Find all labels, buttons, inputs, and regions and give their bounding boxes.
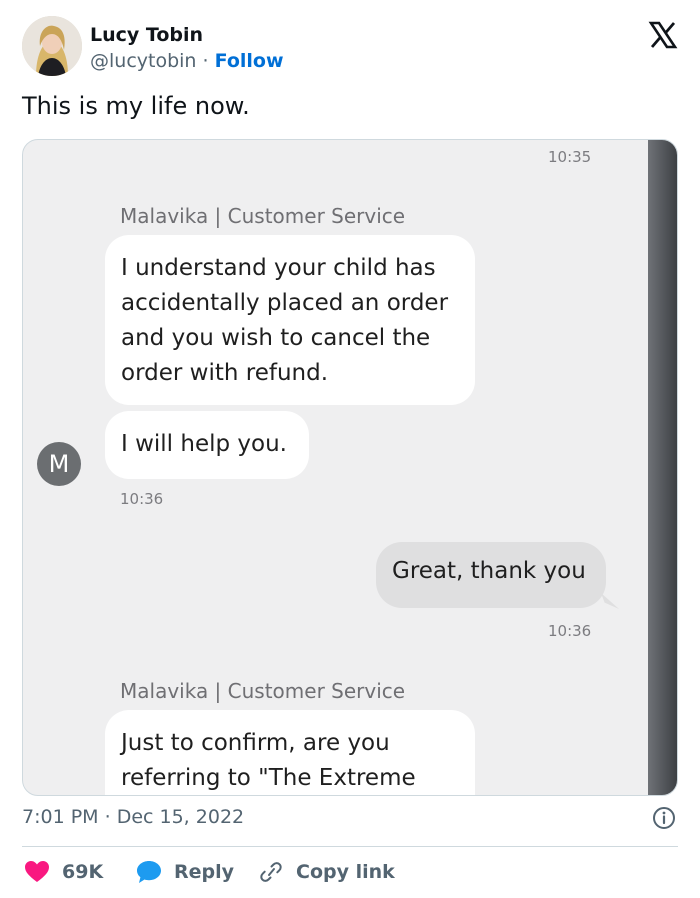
message-line: and you wish to cancel the [121, 325, 431, 351]
message-line: accidentally placed an order [121, 290, 449, 316]
outgoing-message-bubble: Great, thank you [376, 542, 606, 608]
reply-label: Reply [174, 861, 235, 883]
message-line: I understand your child has [121, 255, 436, 281]
heart-icon [25, 861, 49, 882]
divider [22, 846, 678, 847]
message-line: order with refund. [121, 360, 329, 386]
reply-button[interactable]: Reply [136, 856, 234, 888]
tweet-media-image[interactable]: 10:35 Malavika | Customer Service I unde… [22, 139, 678, 796]
reply-bubble-icon [137, 861, 161, 883]
message-timestamp: 10:36 [548, 622, 592, 640]
like-count: 69K [62, 861, 104, 883]
message-line: Just to confirm, are you [121, 730, 390, 756]
message-line: referring to "The Extreme [121, 765, 416, 791]
message-timestamp: 10:36 [120, 490, 164, 508]
scrollbar [648, 140, 677, 795]
bubble-tail [601, 593, 619, 609]
incoming-message-bubble: I understand your child has accidentally… [105, 235, 475, 405]
sender-label: Malavika | Customer Service [120, 679, 406, 703]
x-logo-icon[interactable] [648, 20, 678, 50]
message-timestamp: 10:35 [548, 148, 592, 166]
incoming-message-bubble: I will help you. [105, 411, 309, 479]
author-handle-line: @lucytobin · Follow [90, 50, 284, 72]
copy-link-label: Copy link [296, 861, 395, 883]
follow-button[interactable]: Follow [215, 50, 284, 72]
author-name[interactable]: Lucy Tobin [90, 24, 203, 46]
sender-label: Malavika | Customer Service [120, 204, 406, 228]
tweet-time: 7:01 PM [22, 806, 99, 828]
info-icon[interactable] [652, 806, 676, 830]
author-handle[interactable]: @lucytobin [90, 50, 196, 72]
link-icon [260, 862, 282, 882]
message-line: I will help you. [121, 431, 287, 457]
tweet-header: Lucy Tobin @lucytobin · Follow [22, 16, 682, 78]
tweet-timestamp[interactable]: 7:01 PM · Dec 15, 2022 [22, 806, 244, 828]
incoming-message-bubble: Just to confirm, are you referring to "T… [105, 710, 475, 795]
author-avatar[interactable] [22, 16, 82, 76]
copy-link-button[interactable]: Copy link [258, 856, 395, 888]
handle-separator: · [202, 50, 209, 72]
tweet-actions: 69K Reply Copy link [22, 856, 678, 888]
tweet-date: Dec 15, 2022 [116, 806, 245, 828]
agent-avatar: M [37, 442, 81, 486]
meta-separator: · [104, 806, 111, 828]
like-button[interactable]: 69K [24, 856, 103, 888]
tweet-text: This is my life now. [22, 92, 250, 120]
